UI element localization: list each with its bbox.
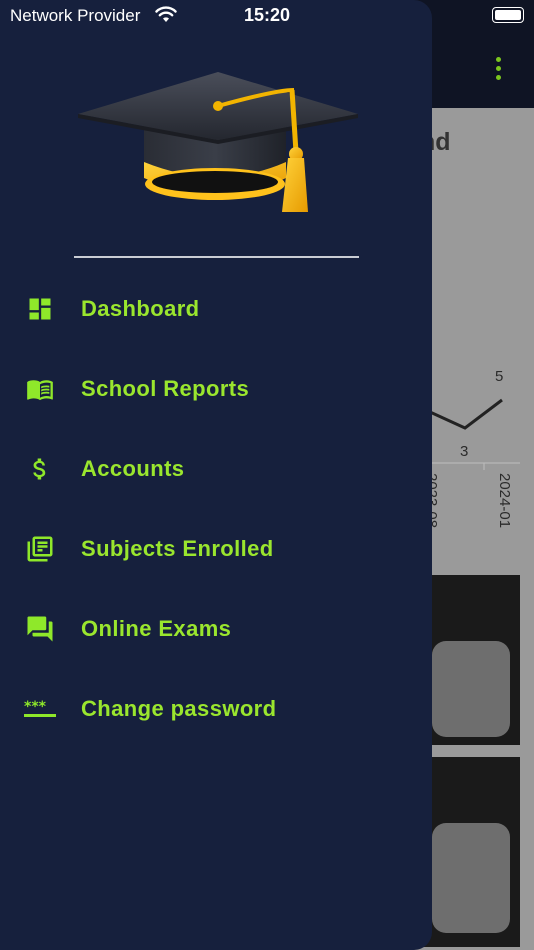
clock: 15:20 xyxy=(244,5,291,25)
drawer-item-label: Accounts xyxy=(81,456,185,481)
library-books-icon xyxy=(24,533,56,565)
graduation-cap-logo xyxy=(76,70,360,220)
navigation-drawer: Dashboard School Reports Accounts Subjec… xyxy=(0,0,432,950)
drawer-item-change-password[interactable]: *** Change password xyxy=(0,679,432,739)
drawer-item-label: Subjects Enrolled xyxy=(81,536,274,561)
battery-icon xyxy=(492,7,524,23)
book-icon xyxy=(24,373,56,405)
dollar-icon xyxy=(24,453,56,485)
wifi-icon xyxy=(155,6,177,28)
drawer-item-subjects-enrolled[interactable]: Subjects Enrolled xyxy=(0,519,432,579)
drawer-item-label: Online Exams xyxy=(81,616,232,641)
chart-value-label: 3 xyxy=(460,443,469,460)
drawer-item-school-reports[interactable]: School Reports xyxy=(0,359,432,419)
svg-text:***: *** xyxy=(24,699,47,715)
carrier-label: Network Provider xyxy=(10,6,141,25)
dashboard-icon xyxy=(24,293,56,325)
status-bar: Network Provider 15:20 xyxy=(0,0,534,32)
drawer-divider xyxy=(74,256,359,258)
password-icon: *** xyxy=(24,693,56,725)
chart-x-label: 2024-01 xyxy=(496,473,513,529)
drawer-item-accounts[interactable]: Accounts xyxy=(0,439,432,499)
drawer-item-label: Dashboard xyxy=(81,296,200,321)
chart-value-label: 5 xyxy=(495,368,504,385)
drawer-item-online-exams[interactable]: Online Exams xyxy=(0,599,432,659)
forum-icon xyxy=(24,613,56,645)
drawer-item-label: School Reports xyxy=(81,376,250,401)
drawer-item-label: Change password xyxy=(81,696,277,721)
drawer-item-dashboard[interactable]: Dashboard xyxy=(0,279,432,339)
more-options-icon xyxy=(496,57,502,84)
